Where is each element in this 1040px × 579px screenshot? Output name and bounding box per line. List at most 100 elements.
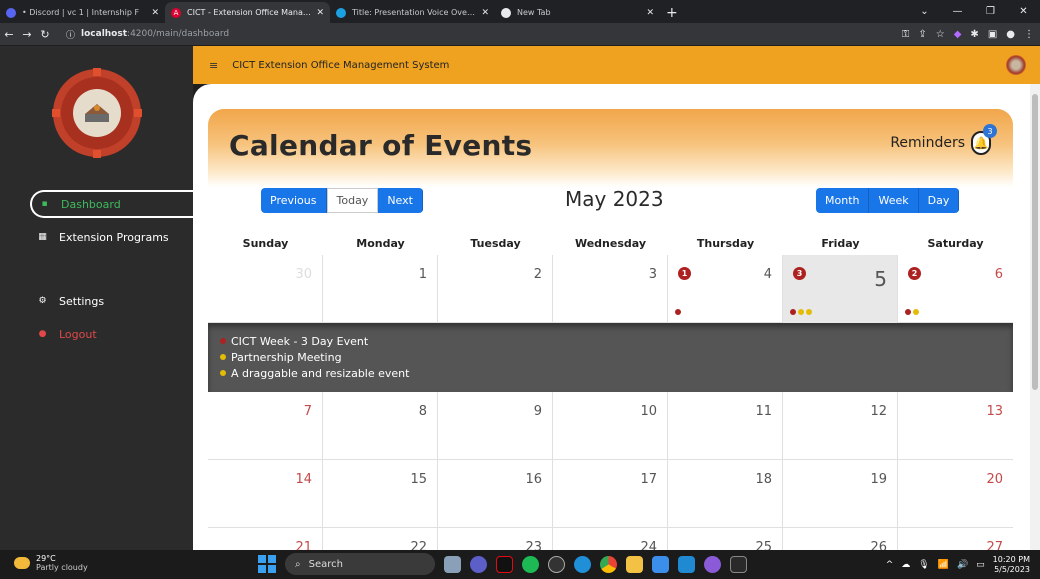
calendar-day-cell[interactable]: 2 <box>438 255 553 323</box>
event-dot[interactable] <box>806 309 812 315</box>
month-view-button[interactable]: Month <box>816 188 870 213</box>
share-icon[interactable]: ⇪ <box>918 29 926 40</box>
menu-dots-icon[interactable]: ⋮ <box>1024 29 1034 40</box>
event-list-item[interactable]: Partnership Meeting <box>220 349 1013 365</box>
calendar-day-cell[interactable]: 9 <box>438 392 553 460</box>
event-list-item[interactable]: A draggable and resizable event <box>220 365 1013 381</box>
netflix-icon[interactable] <box>496 555 513 573</box>
calendar-day-cell[interactable]: 11 <box>668 392 783 460</box>
browser-tab-discord[interactable]: • Discord | vc 1 | Internship F ✕ <box>0 2 165 23</box>
minimize-icon[interactable]: — <box>941 6 974 17</box>
file-explorer-icon[interactable] <box>444 555 461 573</box>
puzzle-icon[interactable]: ✱ <box>970 29 978 40</box>
calendar-day-cell[interactable]: 14 <box>208 460 323 528</box>
calendar-day-cell[interactable]: 1 <box>323 255 438 323</box>
event-dot[interactable] <box>675 309 681 315</box>
page-scrollbar[interactable] <box>1030 84 1040 550</box>
reminders-button[interactable]: Reminders 🔔 3 <box>890 124 997 155</box>
restore-icon[interactable]: ❐ <box>974 6 1007 17</box>
reload-icon[interactable]: ↻ <box>36 28 54 41</box>
event-list-item[interactable]: CICT Week - 3 Day Event <box>220 333 1013 349</box>
settings-app-icon[interactable] <box>548 555 565 573</box>
weather-widget[interactable]: 29°C Partly cloudy <box>14 554 88 572</box>
previous-button[interactable]: Previous <box>261 188 327 213</box>
chevron-up-icon[interactable]: ^ <box>886 560 894 570</box>
calendar-day-cell[interactable]: 41 <box>668 255 783 323</box>
browser-tab-newtab[interactable]: New Tab ✕ <box>495 2 660 23</box>
profile-avatar-icon[interactable]: ● <box>1006 29 1015 40</box>
tab-search-icon[interactable]: ⌄ <box>908 6 941 17</box>
spotify-icon[interactable] <box>522 555 539 573</box>
microphone-icon[interactable]: 🎙 <box>918 560 929 570</box>
taskbar-search[interactable]: ⌕ Search <box>285 553 435 575</box>
calendar-day-cell[interactable]: 22 <box>323 528 438 550</box>
calendar-day-cell[interactable]: 16 <box>438 460 553 528</box>
sidebar-item-dashboard[interactable]: ▪ Dashboard <box>30 190 193 218</box>
url-field[interactable]: ⓘ localhost:4200/main/dashboard <box>60 25 860 43</box>
extension-icon[interactable]: ◆ <box>954 29 962 40</box>
calendar-day-cell[interactable]: 8 <box>323 392 438 460</box>
new-tab-icon[interactable]: + <box>666 2 678 23</box>
bell-icon[interactable]: 🔔 3 <box>971 124 997 155</box>
sidepanel-icon[interactable]: ▣ <box>988 29 997 40</box>
close-tab-icon[interactable]: ✕ <box>481 8 489 18</box>
event-dot[interactable] <box>905 309 911 315</box>
event-title[interactable]: Partnership Meeting <box>231 351 342 364</box>
battery-icon[interactable]: ▭ <box>976 560 985 570</box>
sidebar-item-settings[interactable]: ⚙ Settings <box>30 287 190 315</box>
today-button[interactable]: Today <box>326 188 379 213</box>
wifi-icon[interactable]: 📶 <box>938 560 949 570</box>
browser-tab-cict[interactable]: A CICT - Extension Office Managem ✕ <box>165 2 330 23</box>
bookmark-star-icon[interactable]: ☆ <box>936 29 945 40</box>
windows-start-icon[interactable] <box>258 555 276 573</box>
close-tab-icon[interactable]: ✕ <box>646 8 654 18</box>
calendar-day-cell[interactable]: 23 <box>438 528 553 550</box>
calendar-day-cell[interactable]: 24 <box>553 528 668 550</box>
calendar-day-cell[interactable]: 3 <box>553 255 668 323</box>
calendar-day-cell[interactable]: 30 <box>208 255 323 323</box>
calendar-day-cell[interactable]: 25 <box>668 528 783 550</box>
edge-icon[interactable] <box>574 555 591 573</box>
calendar-day-cell[interactable]: 13 <box>898 392 1013 460</box>
back-icon[interactable]: ← <box>0 28 18 41</box>
calendar-day-cell[interactable]: 20 <box>898 460 1013 528</box>
key-icon[interactable]: ⚿ <box>902 29 910 40</box>
sidebar-item-extension-programs[interactable]: ▦ Extension Programs <box>30 223 190 251</box>
chrome-icon[interactable] <box>600 555 617 573</box>
calendar-day-cell[interactable]: 15 <box>323 460 438 528</box>
calendar-day-cell-today[interactable]: 53 <box>783 255 898 323</box>
close-window-icon[interactable]: ✕ <box>1007 6 1040 17</box>
notepad-icon[interactable] <box>652 555 669 573</box>
event-dot[interactable] <box>798 309 804 315</box>
browser-tab-presentation[interactable]: Title: Presentation Voice Over Gu ✕ <box>330 2 495 23</box>
site-info-icon[interactable]: ⓘ <box>66 28 75 41</box>
sidebar-item-logout[interactable]: ● Logout <box>30 320 190 348</box>
volume-icon[interactable]: 🔊 <box>957 560 968 570</box>
day-view-button[interactable]: Day <box>918 188 960 213</box>
terminal-icon[interactable] <box>730 555 747 573</box>
event-title[interactable]: CICT Week - 3 Day Event <box>231 335 368 348</box>
event-title[interactable]: A draggable and resizable event <box>231 367 409 380</box>
event-dot[interactable] <box>790 309 796 315</box>
vscode-icon[interactable] <box>678 555 695 573</box>
calendar-day-cell[interactable]: 27 <box>898 528 1013 550</box>
calendar-day-cell[interactable]: 17 <box>553 460 668 528</box>
calendar-day-cell[interactable]: 19 <box>783 460 898 528</box>
calendar-day-cell[interactable]: 18 <box>668 460 783 528</box>
calendar-day-cell[interactable]: 12 <box>783 392 898 460</box>
github-icon[interactable] <box>704 555 721 573</box>
calendar-day-cell[interactable]: 21 <box>208 528 323 550</box>
scrollbar-thumb[interactable] <box>1032 94 1038 390</box>
forward-icon[interactable]: → <box>18 28 36 41</box>
calendar-day-cell[interactable]: 26 <box>783 528 898 550</box>
close-tab-icon[interactable]: ✕ <box>316 8 324 18</box>
calendar-day-cell[interactable]: 7 <box>208 392 323 460</box>
calendar-day-cell[interactable]: 10 <box>553 392 668 460</box>
next-button[interactable]: Next <box>378 188 423 213</box>
folder-icon[interactable] <box>626 555 643 573</box>
hamburger-menu-icon[interactable]: ≡ <box>209 59 218 72</box>
calendar-day-cell[interactable]: 62 <box>898 255 1013 323</box>
event-dot[interactable] <box>913 309 919 315</box>
clock[interactable]: 10:20 PM 5/5/2023 <box>993 555 1030 575</box>
week-view-button[interactable]: Week <box>869 188 919 213</box>
